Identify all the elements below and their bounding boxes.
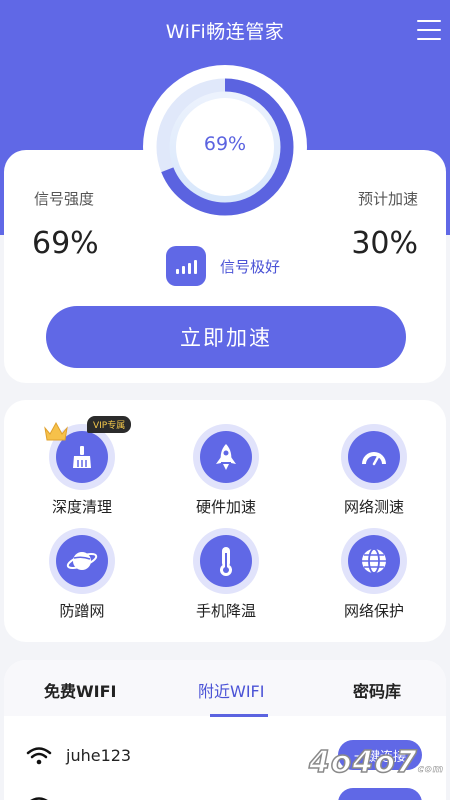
gauge-value-text: 69% [203,133,247,155]
boost-now-button[interactable]: 立即加速 [46,306,406,368]
active-tab-indicator [210,714,268,717]
tool-network-protect[interactable]: 网络保护 [314,528,434,621]
site-watermark: 4o4o7com [308,744,444,781]
broom-icon [73,446,91,468]
estimated-boost-label: 预计加速 [357,190,418,208]
tool-label: 手机降温 [195,602,256,620]
estimated-boost-value: 30% [351,226,418,261]
tab-free-wifi[interactable]: 免费WIFI [44,678,117,702]
wifi-ssid: juhe123 [66,746,132,765]
tool-label: 网络测速 [343,498,404,516]
signal-gauge: 69% [143,65,307,229]
wifi-icon [26,747,52,765]
globe-icon [362,548,386,574]
one-click-connect-button[interactable] [338,788,422,800]
signal-strength-label: 信号强度 [34,190,95,208]
tab-nearby-wifi[interactable]: 附近WIFI [198,678,264,702]
tab-password-library[interactable]: 密码库 [353,678,401,702]
thermometer-icon [220,547,232,576]
tool-speed-test[interactable]: 网络测速 [314,424,434,517]
speedometer-icon [362,452,386,466]
tool-label: 硬件加速 [195,498,256,516]
signal-bars-icon [166,246,206,286]
crown-icon [44,421,68,441]
vip-badge: VIP专属 [87,416,132,433]
tool-phone-cooling[interactable]: 手机降温 [166,528,286,621]
tool-hardware-boost[interactable]: 硬件加速 [166,424,286,517]
tool-anti-freeloader[interactable]: 防蹭网 [22,528,142,621]
signal-quality-text: 信号极好 [220,258,281,276]
tools-card: VIP专属 深度清理 硬件加速 网络测速 防蹭网 手机降温 网络保护 [4,400,446,642]
wifi-list-item[interactable] [4,780,446,800]
signal-strength-value: 69% [32,226,99,261]
wifi-tab-bar: 免费WIFI 附近WIFI 密码库 [4,660,446,717]
tool-label: 深度清理 [51,498,112,516]
app-title: WiFi畅连管家 [165,21,285,43]
tool-label: 防蹭网 [59,602,105,620]
menu-icon[interactable] [417,20,441,40]
rocket-icon [216,444,236,470]
planet-icon [66,552,98,570]
tool-deep-clean[interactable]: VIP专属 深度清理 [22,416,142,517]
tool-label: 网络保护 [343,602,404,620]
